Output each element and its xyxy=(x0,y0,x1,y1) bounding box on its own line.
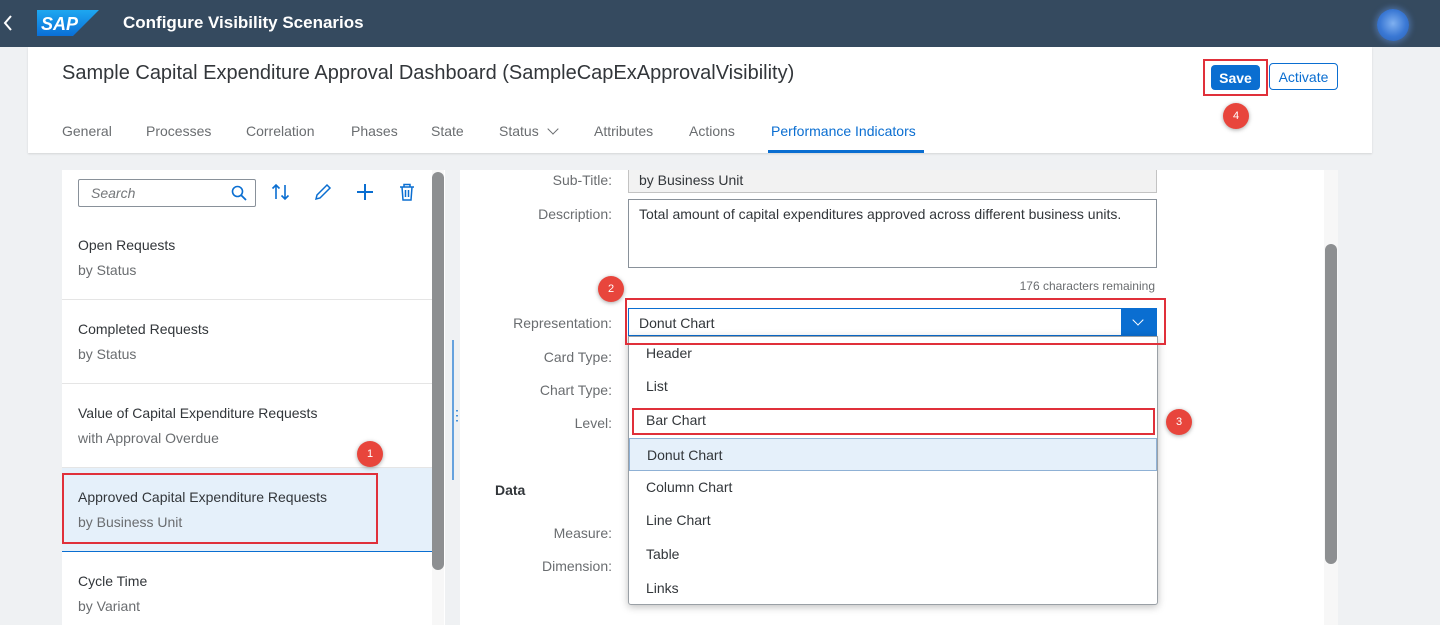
search-input[interactable] xyxy=(80,181,220,205)
delete-icon[interactable] xyxy=(396,181,418,203)
chevron-left-icon xyxy=(3,15,12,31)
option-list[interactable]: List xyxy=(629,370,1157,403)
tab-state[interactable]: State xyxy=(431,123,464,139)
dimension-label: Dimension: xyxy=(541,558,612,574)
svg-text:SAP: SAP xyxy=(41,14,79,34)
tab-general[interactable]: General xyxy=(62,123,112,139)
list-item-title: Completed Requests xyxy=(78,321,209,337)
option-table[interactable]: Table xyxy=(629,538,1157,571)
step-badge-2: 2 xyxy=(598,276,624,302)
option-line-chart[interactable]: Line Chart xyxy=(629,504,1157,537)
search-field[interactable] xyxy=(78,179,256,207)
indicator-list: Open Requests by Status Completed Reques… xyxy=(62,216,432,625)
list-item-title: Open Requests xyxy=(78,237,176,253)
representation-dropdown: Header List Bar Chart Donut Chart Column… xyxy=(628,336,1158,605)
step-badge-3: 3 xyxy=(1166,409,1192,435)
list-scrollbar-thumb[interactable] xyxy=(432,172,444,570)
page-title: Sample Capital Expenditure Approval Dash… xyxy=(62,62,795,84)
activate-button[interactable]: Activate xyxy=(1269,63,1338,90)
subtitle-label: Sub-Title: xyxy=(552,172,612,188)
list-item[interactable]: Completed Requests by Status xyxy=(62,300,432,384)
subtitle-field: by Business Unit xyxy=(628,170,1157,193)
add-icon[interactable] xyxy=(354,181,376,203)
highlight-box-1 xyxy=(62,473,378,544)
list-item-description: by Status xyxy=(78,346,137,362)
tab-correlation[interactable]: Correlation xyxy=(246,123,314,139)
tab-phases[interactable]: Phases xyxy=(351,123,398,139)
tab-status-label: Status xyxy=(499,123,539,139)
list-item-description: by Status xyxy=(78,262,137,278)
sap-logo: SAP xyxy=(37,10,99,36)
representation-label: Representation: xyxy=(513,315,612,331)
tab-processes[interactable]: Processes xyxy=(146,123,211,139)
list-item-description: with Approval Overdue xyxy=(78,430,219,446)
description-textarea[interactable]: Total amount of capital expenditures app… xyxy=(628,199,1157,268)
sort-icon[interactable] xyxy=(270,181,292,203)
highlight-box-4 xyxy=(1203,59,1268,96)
highlight-box-2 xyxy=(625,298,1166,345)
shell-bar: SAP Configure Visibility Scenarios xyxy=(0,0,1440,47)
tab-status[interactable]: Status xyxy=(499,123,559,139)
indicator-list-panel: Open Requests by Status Completed Reques… xyxy=(62,170,445,625)
data-section-title: Data xyxy=(495,482,526,498)
step-badge-4: 4 xyxy=(1223,103,1249,129)
chevron-down-icon xyxy=(547,123,559,135)
tab-actions[interactable]: Actions xyxy=(689,123,735,139)
user-avatar[interactable] xyxy=(1377,9,1409,41)
highlight-box-3 xyxy=(632,408,1155,435)
object-header: Sample Capital Expenditure Approval Dash… xyxy=(28,47,1372,153)
option-links[interactable]: Links xyxy=(629,572,1157,604)
list-item-title: Cycle Time xyxy=(78,573,148,589)
list-item[interactable]: Cycle Time by Variant xyxy=(62,552,432,625)
tab-selected-indicator xyxy=(768,150,924,153)
back-button[interactable] xyxy=(0,10,16,36)
level-label: Level: xyxy=(574,415,612,431)
chart-type-label: Chart Type: xyxy=(539,382,612,398)
edit-icon[interactable] xyxy=(312,181,334,203)
character-counter: 176 characters remaining xyxy=(1019,279,1155,293)
option-column-chart[interactable]: Column Chart xyxy=(629,471,1157,504)
list-item-description: by Variant xyxy=(78,598,140,614)
card-type-label: Card Type: xyxy=(543,349,612,365)
search-icon[interactable] xyxy=(231,185,247,201)
list-item[interactable]: Open Requests by Status xyxy=(62,216,432,300)
detail-scrollbar-thumb[interactable] xyxy=(1325,244,1337,564)
step-badge-1: 1 xyxy=(357,441,383,467)
measure-label: Measure: xyxy=(553,525,612,541)
tab-attributes[interactable]: Attributes xyxy=(594,123,653,139)
shell-title: Configure Visibility Scenarios xyxy=(123,13,364,32)
description-label: Description: xyxy=(538,206,612,222)
tab-performance-indicators[interactable]: Performance Indicators xyxy=(771,123,916,139)
list-item-title: Value of Capital Expenditure Requests xyxy=(78,405,318,421)
option-donut-chart[interactable]: Donut Chart xyxy=(629,438,1157,471)
